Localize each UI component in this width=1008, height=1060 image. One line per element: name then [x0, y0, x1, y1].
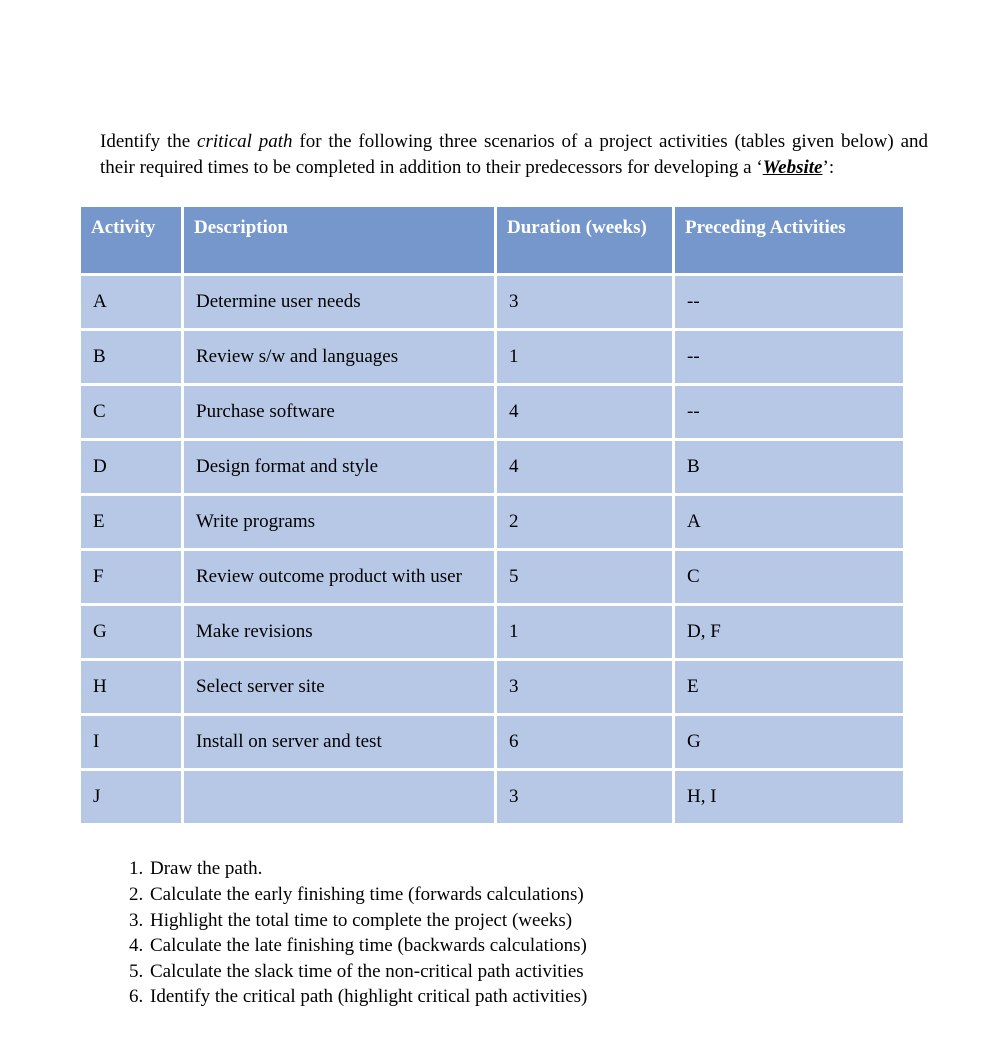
- list-item: Draw the path.: [148, 856, 928, 882]
- cell-preceding: --: [675, 276, 903, 328]
- cell-preceding: G: [675, 716, 903, 768]
- list-item: Identify the critical path (highlight cr…: [148, 984, 928, 1010]
- table-row: B Review s/w and languages 1 --: [81, 331, 903, 383]
- cell-duration: 3: [497, 661, 672, 713]
- cell-preceding: --: [675, 331, 903, 383]
- th-preceding: Preceding Activities: [675, 207, 903, 273]
- cell-duration: 4: [497, 386, 672, 438]
- cell-activity: F: [81, 551, 181, 603]
- cell-description: Make revisions: [184, 606, 494, 658]
- table-row: E Write programs 2 A: [81, 496, 903, 548]
- table-header-row: Activity Description Duration (weeks) Pr…: [81, 207, 903, 273]
- cell-activity: G: [81, 606, 181, 658]
- cell-duration: 4: [497, 441, 672, 493]
- list-item: Calculate the early finishing time (forw…: [148, 882, 928, 908]
- intro-paragraph: Identify the critical path for the follo…: [100, 129, 928, 180]
- cell-preceding: A: [675, 496, 903, 548]
- cell-preceding: C: [675, 551, 903, 603]
- th-duration: Duration (weeks): [497, 207, 672, 273]
- cell-preceding: D, F: [675, 606, 903, 658]
- table-row: F Review outcome product with user 5 C: [81, 551, 903, 603]
- cell-duration: 1: [497, 606, 672, 658]
- intro-website: Website: [763, 157, 823, 178]
- cell-activity: A: [81, 276, 181, 328]
- table-row: I Install on server and test 6 G: [81, 716, 903, 768]
- cell-activity: E: [81, 496, 181, 548]
- intro-italic: critical path: [197, 131, 293, 152]
- cell-description: Write programs: [184, 496, 494, 548]
- intro-part3: ’:: [823, 157, 835, 178]
- cell-duration: 2: [497, 496, 672, 548]
- cell-duration: 1: [497, 331, 672, 383]
- cell-activity: D: [81, 441, 181, 493]
- list-item: Calculate the slack time of the non-crit…: [148, 959, 928, 985]
- activities-table: Activity Description Duration (weeks) Pr…: [78, 204, 906, 826]
- cell-preceding: E: [675, 661, 903, 713]
- cell-duration: 5: [497, 551, 672, 603]
- cell-description: Purchase software: [184, 386, 494, 438]
- cell-activity: J: [81, 771, 181, 823]
- cell-description: Select server site: [184, 661, 494, 713]
- table-row: J 3 H, I: [81, 771, 903, 823]
- list-item: Highlight the total time to complete the…: [148, 908, 928, 934]
- cell-description: Install on server and test: [184, 716, 494, 768]
- table-row: A Determine user needs 3 --: [81, 276, 903, 328]
- cell-description: Determine user needs: [184, 276, 494, 328]
- cell-activity: C: [81, 386, 181, 438]
- cell-preceding: H, I: [675, 771, 903, 823]
- table-row: D Design format and style 4 B: [81, 441, 903, 493]
- cell-description: Design format and style: [184, 441, 494, 493]
- cell-duration: 3: [497, 771, 672, 823]
- cell-description: Review outcome product with user: [184, 551, 494, 603]
- table-row: G Make revisions 1 D, F: [81, 606, 903, 658]
- cell-activity: H: [81, 661, 181, 713]
- cell-activity: B: [81, 331, 181, 383]
- cell-preceding: B: [675, 441, 903, 493]
- table-row: C Purchase software 4 --: [81, 386, 903, 438]
- cell-duration: 3: [497, 276, 672, 328]
- cell-activity: I: [81, 716, 181, 768]
- intro-part1: Identify the: [100, 131, 197, 152]
- cell-duration: 6: [497, 716, 672, 768]
- cell-preceding: --: [675, 386, 903, 438]
- task-list: Draw the path. Calculate the early finis…: [108, 856, 928, 1010]
- cell-description: Review s/w and languages: [184, 331, 494, 383]
- list-item: Calculate the late finishing time (backw…: [148, 933, 928, 959]
- th-activity: Activity: [81, 207, 181, 273]
- table-row: H Select server site 3 E: [81, 661, 903, 713]
- th-description: Description: [184, 207, 494, 273]
- cell-description: [184, 771, 494, 823]
